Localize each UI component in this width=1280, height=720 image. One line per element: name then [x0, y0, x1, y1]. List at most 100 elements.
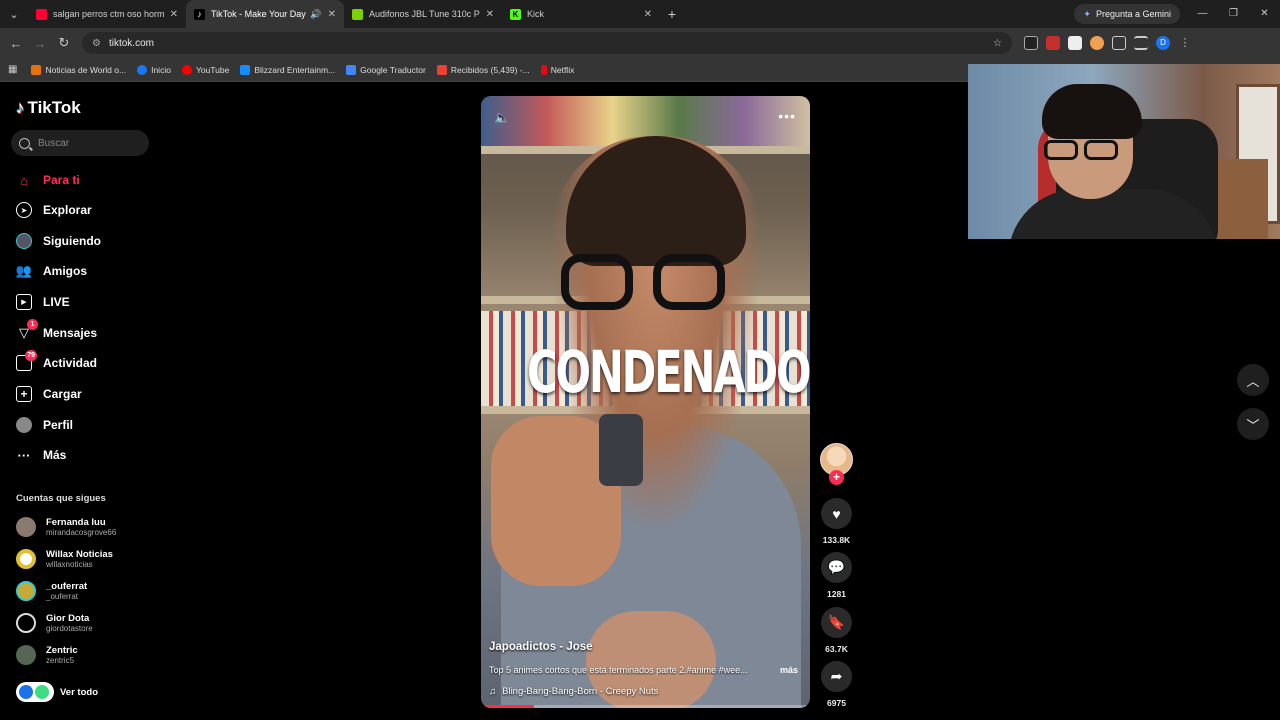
search-input[interactable]: Buscar — [11, 130, 149, 156]
extension-icon[interactable] — [1090, 36, 1104, 50]
close-tab-icon[interactable]: ✕ — [486, 9, 494, 20]
more-options-icon[interactable]: ••• — [778, 108, 796, 124]
tab-title: Audifonos JBL Tune 310c Pure — [369, 9, 480, 19]
messages-icon: ▽ 1 — [16, 319, 38, 341]
bookmark-item[interactable]: Google Traductor — [346, 64, 426, 75]
nav-item-amigos[interactable]: 👥 Amigos — [16, 261, 87, 281]
omnibox[interactable]: ⚙ tiktok.com ☆ — [82, 32, 1012, 54]
bookmark-item[interactable]: Blizzard Entertainm... — [240, 64, 335, 75]
youtube-favicon-icon — [181, 64, 192, 75]
tiktok-favicon-icon: ♪ — [194, 8, 205, 20]
see-all-link[interactable]: Ver todo — [16, 682, 98, 702]
nav-item-perfil[interactable]: Perfil — [16, 415, 73, 435]
share-button[interactable]: ➦ — [821, 661, 852, 692]
nav-item-mensajes[interactable]: ▽ 1 Mensajes — [16, 319, 97, 343]
next-video-button[interactable]: ﹀ — [1237, 408, 1269, 440]
forward-arrow-icon[interactable]: → — [28, 36, 52, 51]
followed-account[interactable]: Willax Noticias willaxnoticias — [16, 547, 113, 571]
close-tab-icon[interactable]: ✕ — [170, 9, 178, 20]
audio-playing-icon[interactable]: 🔊 — [310, 9, 321, 20]
upload-plus-icon: + — [16, 386, 32, 402]
video-author[interactable]: Japoadictos - Jose — [489, 641, 593, 653]
like-button[interactable]: ♥ — [821, 498, 852, 529]
comment-bubble-icon: 💬 — [827, 559, 846, 575]
followed-account[interactable]: Fernanda luu mirandacosgrove66 — [16, 515, 116, 539]
extension-icon[interactable] — [1068, 36, 1082, 50]
translate-favicon-icon — [346, 64, 357, 75]
gemini-button[interactable]: ✦ Pregunta a Gemini — [1074, 4, 1180, 24]
extension-icon[interactable] — [1046, 36, 1060, 50]
comment-count: 1281 — [827, 589, 846, 599]
profile-avatar-icon[interactable]: D — [1156, 36, 1170, 50]
compass-icon: ➤ — [16, 202, 32, 218]
gemini-label: Pregunta a Gemini — [1095, 9, 1171, 19]
gemini-sparkle-icon: ✦ — [1083, 8, 1091, 19]
bookmark-item[interactable]: Netflix — [540, 64, 574, 75]
tab-search-icon[interactable]: ⌄ — [0, 0, 28, 28]
save-button[interactable]: 🔖 — [821, 607, 852, 638]
bookmark-label: Noticias de World o... — [45, 64, 127, 75]
glasses — [1044, 140, 1122, 162]
account-name: Willax Noticias — [46, 548, 113, 560]
reload-icon[interactable]: ↻ — [52, 35, 76, 51]
browser-tab[interactable]: K Kick ✕ — [502, 0, 660, 28]
nav-item-live[interactable]: ▶ LIVE — [16, 292, 70, 312]
close-tab-icon[interactable]: ✕ — [644, 9, 652, 20]
device — [599, 414, 643, 486]
nav-label: Amigos — [43, 264, 88, 278]
restore-icon[interactable]: ❐ — [1218, 0, 1249, 28]
bookmark-item[interactable]: YouTube — [181, 64, 229, 75]
glasses — [561, 254, 731, 312]
followed-account[interactable]: Gior Dota giordotastore — [16, 611, 93, 635]
video-progress-bar[interactable] — [481, 705, 810, 708]
nav-item-siguiendo[interactable]: Siguiendo — [16, 231, 101, 251]
blizzard-favicon-icon — [240, 64, 251, 75]
share-count: 6975 — [827, 698, 846, 708]
nav-item-explorar[interactable]: ➤ Explorar — [16, 200, 92, 220]
previous-video-button[interactable]: ︿ — [1237, 364, 1269, 396]
puzzle-extensions-icon[interactable] — [1112, 36, 1126, 50]
apps-grid-icon[interactable]: ▦ — [8, 64, 17, 75]
overlay-pill — [16, 682, 54, 702]
following-section-title: Cuentas que sigues — [16, 493, 106, 504]
nav-label: Perfil — [43, 418, 74, 432]
media-control-icon[interactable] — [1134, 36, 1148, 50]
video-music[interactable]: ♫ Bling-Bang-Bang-Born - Creepy Nuts — [489, 686, 658, 697]
bookmark-item[interactable]: Recibidos (5,439) -... — [436, 64, 530, 75]
live-tv-icon: ▶ — [16, 294, 32, 310]
account-name: Gior Dota — [46, 612, 90, 624]
comment-button[interactable]: 💬 — [821, 552, 852, 583]
description-more-button[interactable]: más — [780, 665, 798, 675]
bookmark-item[interactable]: Inicio — [137, 64, 171, 75]
site-info-icon[interactable]: ⚙ — [92, 38, 101, 49]
nav-item-cargar[interactable]: + Cargar — [16, 384, 82, 404]
heart-icon: ♥ — [832, 505, 841, 522]
video-player[interactable]: CONDENADO 🔈 ••• Japoadictos - Jose Top 5… — [481, 96, 810, 708]
volume-icon[interactable]: 🔈 — [494, 110, 510, 126]
followed-account[interactable]: _ouferrat _ouferrat — [16, 579, 87, 603]
browser-tab-bar: ⌄ salgan perros ctm oso hormigu ✕ ♪ TikT… — [0, 0, 1280, 28]
browser-tab-active[interactable]: ♪ TikTok - Make Your Day 🔊 ✕ — [186, 0, 344, 28]
kebab-menu-icon[interactable]: ⋮ — [1178, 36, 1192, 50]
tiktok-logo[interactable]: ♪ TikTok — [16, 98, 81, 118]
bookmark-star-icon[interactable]: ☆ — [993, 38, 1002, 49]
nav-item-mas[interactable]: ··· Más — [16, 445, 67, 465]
music-note-icon: ♫ — [489, 686, 497, 697]
extension-icon[interactable] — [1024, 36, 1038, 50]
cabinet — [1218, 159, 1268, 239]
close-window-icon[interactable]: ✕ — [1249, 0, 1280, 28]
browser-tab[interactable]: Audifonos JBL Tune 310c Pure ✕ — [344, 0, 502, 28]
follow-plus-icon[interactable]: + — [829, 470, 844, 485]
nav-item-actividad[interactable]: 79 Actividad — [16, 350, 97, 373]
notification-badge: 1 — [27, 319, 38, 330]
bookmark-item[interactable]: Noticias de World o... — [31, 64, 127, 75]
new-tab-button[interactable]: + — [660, 6, 684, 22]
back-arrow-icon[interactable]: ← — [4, 36, 28, 51]
nav-item-para-ti[interactable]: ⌂ Para ti — [16, 170, 80, 190]
like-count: 133.8K — [822, 535, 851, 545]
account-name: _ouferrat — [46, 580, 88, 592]
close-tab-icon[interactable]: ✕ — [328, 9, 336, 20]
minimize-icon[interactable]: — — [1187, 0, 1218, 28]
followed-account[interactable]: Zentric zentric5 — [16, 643, 78, 667]
browser-tab[interactable]: salgan perros ctm oso hormigu ✕ — [28, 0, 186, 28]
